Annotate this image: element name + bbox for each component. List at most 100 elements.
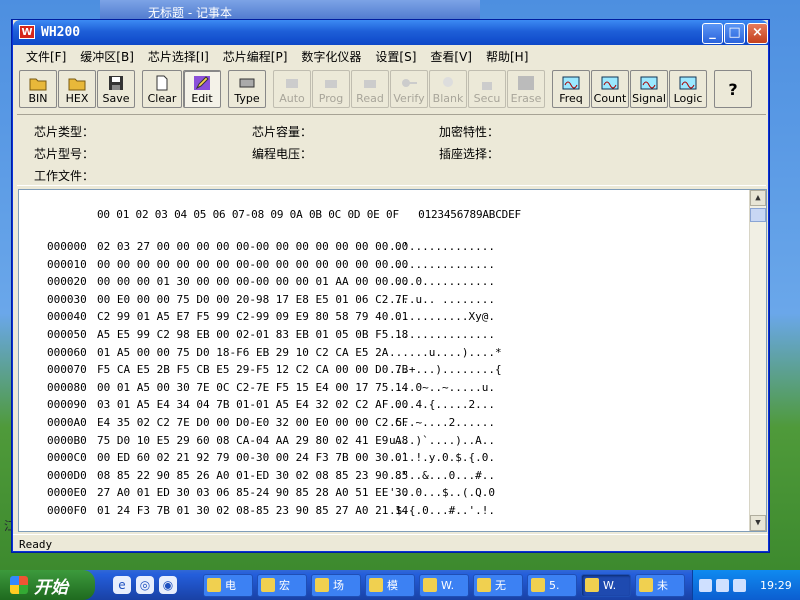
- hex-row-ascii: ....0~..~.....u.: [389, 380, 495, 394]
- media-icon[interactable]: ◉: [159, 576, 177, 594]
- hex-row[interactable]: 000070 F5 CA E5 2B F5 CB E5 29-F5 12 C2 C…: [47, 363, 502, 381]
- prog-button[interactable]: Prog: [312, 70, 350, 108]
- count-button[interactable]: Count: [591, 70, 629, 108]
- hex-row-addr: 0000C0: [47, 451, 87, 465]
- volume-icon[interactable]: [733, 578, 746, 592]
- hex-row[interactable]: 0000B0 75 D0 10 E5 29 60 08 CA-04 AA 29 8…: [47, 434, 499, 452]
- chip-model-label: 芯片型号：: [34, 147, 95, 161]
- hex-row[interactable]: 0000F0 01 24 F3 7B 01 30 02 08-85 23 90 8…: [47, 504, 499, 522]
- menu-chip-select[interactable]: 芯片选择[I]: [141, 45, 216, 65]
- taskbar-button-label: 宏: [279, 579, 290, 592]
- hex-row-bytes: 01 24 F3 7B 01 30 02 08-85 23 90 85 27 A…: [97, 503, 409, 517]
- hex-row-addr: 0000D0: [47, 468, 87, 482]
- blank-button[interactable]: Blank: [429, 70, 467, 108]
- counter-icon: [601, 75, 619, 91]
- erase-button[interactable]: Erase: [507, 70, 545, 108]
- close-button[interactable]: ×: [747, 23, 768, 44]
- background-window-title[interactable]: 无标题 - 记事本: [100, 0, 480, 22]
- program-icon: [322, 75, 340, 91]
- bin-button[interactable]: BIN: [19, 70, 57, 108]
- socket-label: 插座选择：: [439, 147, 500, 161]
- taskbar-button[interactable]: 宏: [257, 573, 307, 597]
- taskbar-button[interactable]: 未: [635, 573, 685, 597]
- hex-rows: 000000 02 03 27 00 00 00 00 00-00 00 00 0…: [47, 240, 502, 522]
- taskbar-button[interactable]: W.: [419, 573, 469, 597]
- menu-digital-instruments[interactable]: 数字化仪器: [294, 45, 368, 65]
- chip-info-panel: 芯片类型： 芯片型号： 工作文件： 芯片容量： 编程电压： 加密特性： 插座选择…: [17, 114, 766, 186]
- menu-view[interactable]: 查看[V]: [423, 45, 479, 65]
- hex-row-addr: 0000F0: [47, 503, 87, 517]
- menu-buffer[interactable]: 缓冲区[B]: [73, 45, 141, 65]
- hex-row[interactable]: 0000C0 00 ED 60 02 21 92 79 00-30 00 24 F…: [47, 451, 499, 469]
- hex-row-bytes: C2 99 01 A5 E7 F5 99 C2-99 09 E9 80 58 7…: [97, 310, 409, 324]
- menu-help[interactable]: 帮助[H]: [479, 45, 535, 65]
- network-icon[interactable]: [716, 578, 729, 592]
- hex-row-addr: 000000: [47, 240, 87, 253]
- hex-row-addr: 000020: [47, 275, 87, 289]
- hex-row[interactable]: 000090 03 01 A5 E4 34 04 7B 01-01 A5 E4 3…: [47, 398, 499, 416]
- hex-label: HEX: [65, 92, 89, 105]
- hex-row-addr: 000050: [47, 327, 87, 341]
- logic-label: Logic: [673, 92, 703, 105]
- prog-voltage-label: 编程电压：: [252, 147, 313, 161]
- edit-button[interactable]: Edit: [183, 70, 221, 108]
- hex-row[interactable]: 000030 00 E0 00 00 75 D0 00 20-98 17 E8 E…: [47, 293, 499, 311]
- hex-row-addr: 000070: [47, 363, 87, 377]
- scroll-thumb[interactable]: [750, 208, 766, 222]
- help-button[interactable]: ?: [714, 70, 752, 108]
- taskbar-button[interactable]: 场: [311, 573, 361, 597]
- title-bar[interactable]: W WH200 _ □ ×: [13, 20, 768, 45]
- verify-button[interactable]: Verify: [390, 70, 428, 108]
- hex-editor[interactable]: 00 01 02 03 04 05 06 07-08 09 0A 0B 0C 0…: [18, 189, 767, 532]
- taskbar-button-label: 场: [333, 579, 344, 592]
- window-title: WH200: [41, 25, 81, 40]
- taskbar-button[interactable]: 模: [365, 573, 415, 597]
- type-button[interactable]: Type: [228, 70, 266, 108]
- hex-row[interactable]: 000020 00 00 00 01 30 00 00 00-00 00 00 0…: [47, 275, 499, 293]
- read-chip-icon: [361, 75, 379, 91]
- clear-button[interactable]: Clear: [142, 70, 182, 108]
- hex-row[interactable]: 000060 01 A5 00 00 75 D0 18-F6 EB 29 10 C…: [47, 346, 502, 364]
- app-icon: [261, 578, 275, 592]
- freq-button[interactable]: Freq: [552, 70, 590, 108]
- hex-row-ascii: ..'.............: [389, 240, 495, 253]
- hex-row[interactable]: 000080 00 01 A5 00 30 7E 0C C2-7E F5 15 E…: [47, 381, 499, 399]
- keyboard-icon[interactable]: [699, 578, 712, 592]
- scroll-down-button[interactable]: ▼: [750, 515, 766, 531]
- scroll-up-button[interactable]: ▲: [750, 190, 766, 206]
- hex-row[interactable]: 0000D0 08 85 22 90 85 26 A0 01-ED 30 02 0…: [47, 469, 499, 487]
- show-desktop-icon[interactable]: ◎: [136, 576, 154, 594]
- signal-button[interactable]: Signal: [630, 70, 668, 108]
- hex-row-addr: 000090: [47, 398, 87, 412]
- taskbar-button[interactable]: 5.: [527, 573, 577, 597]
- quick-launch: e ◎ ◉: [113, 576, 193, 594]
- hex-row[interactable]: 0000E0 27 A0 01 ED 30 03 06 85-24 90 85 2…: [47, 486, 499, 504]
- taskbar-button-label: W.: [441, 578, 455, 592]
- taskbar-button[interactable]: W.: [581, 573, 631, 597]
- hex-row-bytes: A5 E5 99 C2 98 EB 00 02-01 83 EB 01 05 0…: [97, 327, 409, 341]
- save-button[interactable]: Save: [97, 70, 135, 108]
- read-button[interactable]: Read: [351, 70, 389, 108]
- vertical-scrollbar[interactable]: ▲ ▼: [749, 190, 766, 531]
- secu-button[interactable]: Secu: [468, 70, 506, 108]
- bin-label: BIN: [28, 92, 48, 105]
- hex-row[interactable]: 000010 00 00 00 00 00 00 00 00-00 00 00 0…: [47, 258, 499, 276]
- hex-row[interactable]: 0000A0 E4 35 02 C2 7E D0 00 D0-E0 32 00 E…: [47, 416, 499, 434]
- auto-button[interactable]: Auto: [273, 70, 311, 108]
- hex-row[interactable]: 000000 02 03 27 00 00 00 00 00-00 00 00 0…: [47, 240, 499, 258]
- hex-row[interactable]: 000040 C2 99 01 A5 E7 F5 99 C2-99 09 E9 8…: [47, 310, 499, 328]
- hex-button[interactable]: HEX: [58, 70, 96, 108]
- hex-row-ascii: ............Xy@.: [389, 310, 495, 324]
- taskbar-button[interactable]: 无: [473, 573, 523, 597]
- hex-row-ascii: .."..&...0...#..: [389, 468, 495, 482]
- menu-settings[interactable]: 设置[S]: [368, 45, 423, 65]
- taskbar-button[interactable]: 电: [203, 573, 253, 597]
- menu-file[interactable]: 文件[F]: [19, 45, 73, 65]
- start-button[interactable]: 开始: [0, 570, 95, 600]
- logic-button[interactable]: Logic: [669, 70, 707, 108]
- minimize-button[interactable]: _: [702, 23, 723, 44]
- ie-icon[interactable]: e: [113, 576, 131, 594]
- maximize-button[interactable]: □: [724, 23, 745, 44]
- menu-chip-program[interactable]: 芯片编程[P]: [216, 45, 295, 65]
- hex-row[interactable]: 000050 A5 E5 99 C2 98 EB 00 02-01 83 EB 0…: [47, 328, 499, 346]
